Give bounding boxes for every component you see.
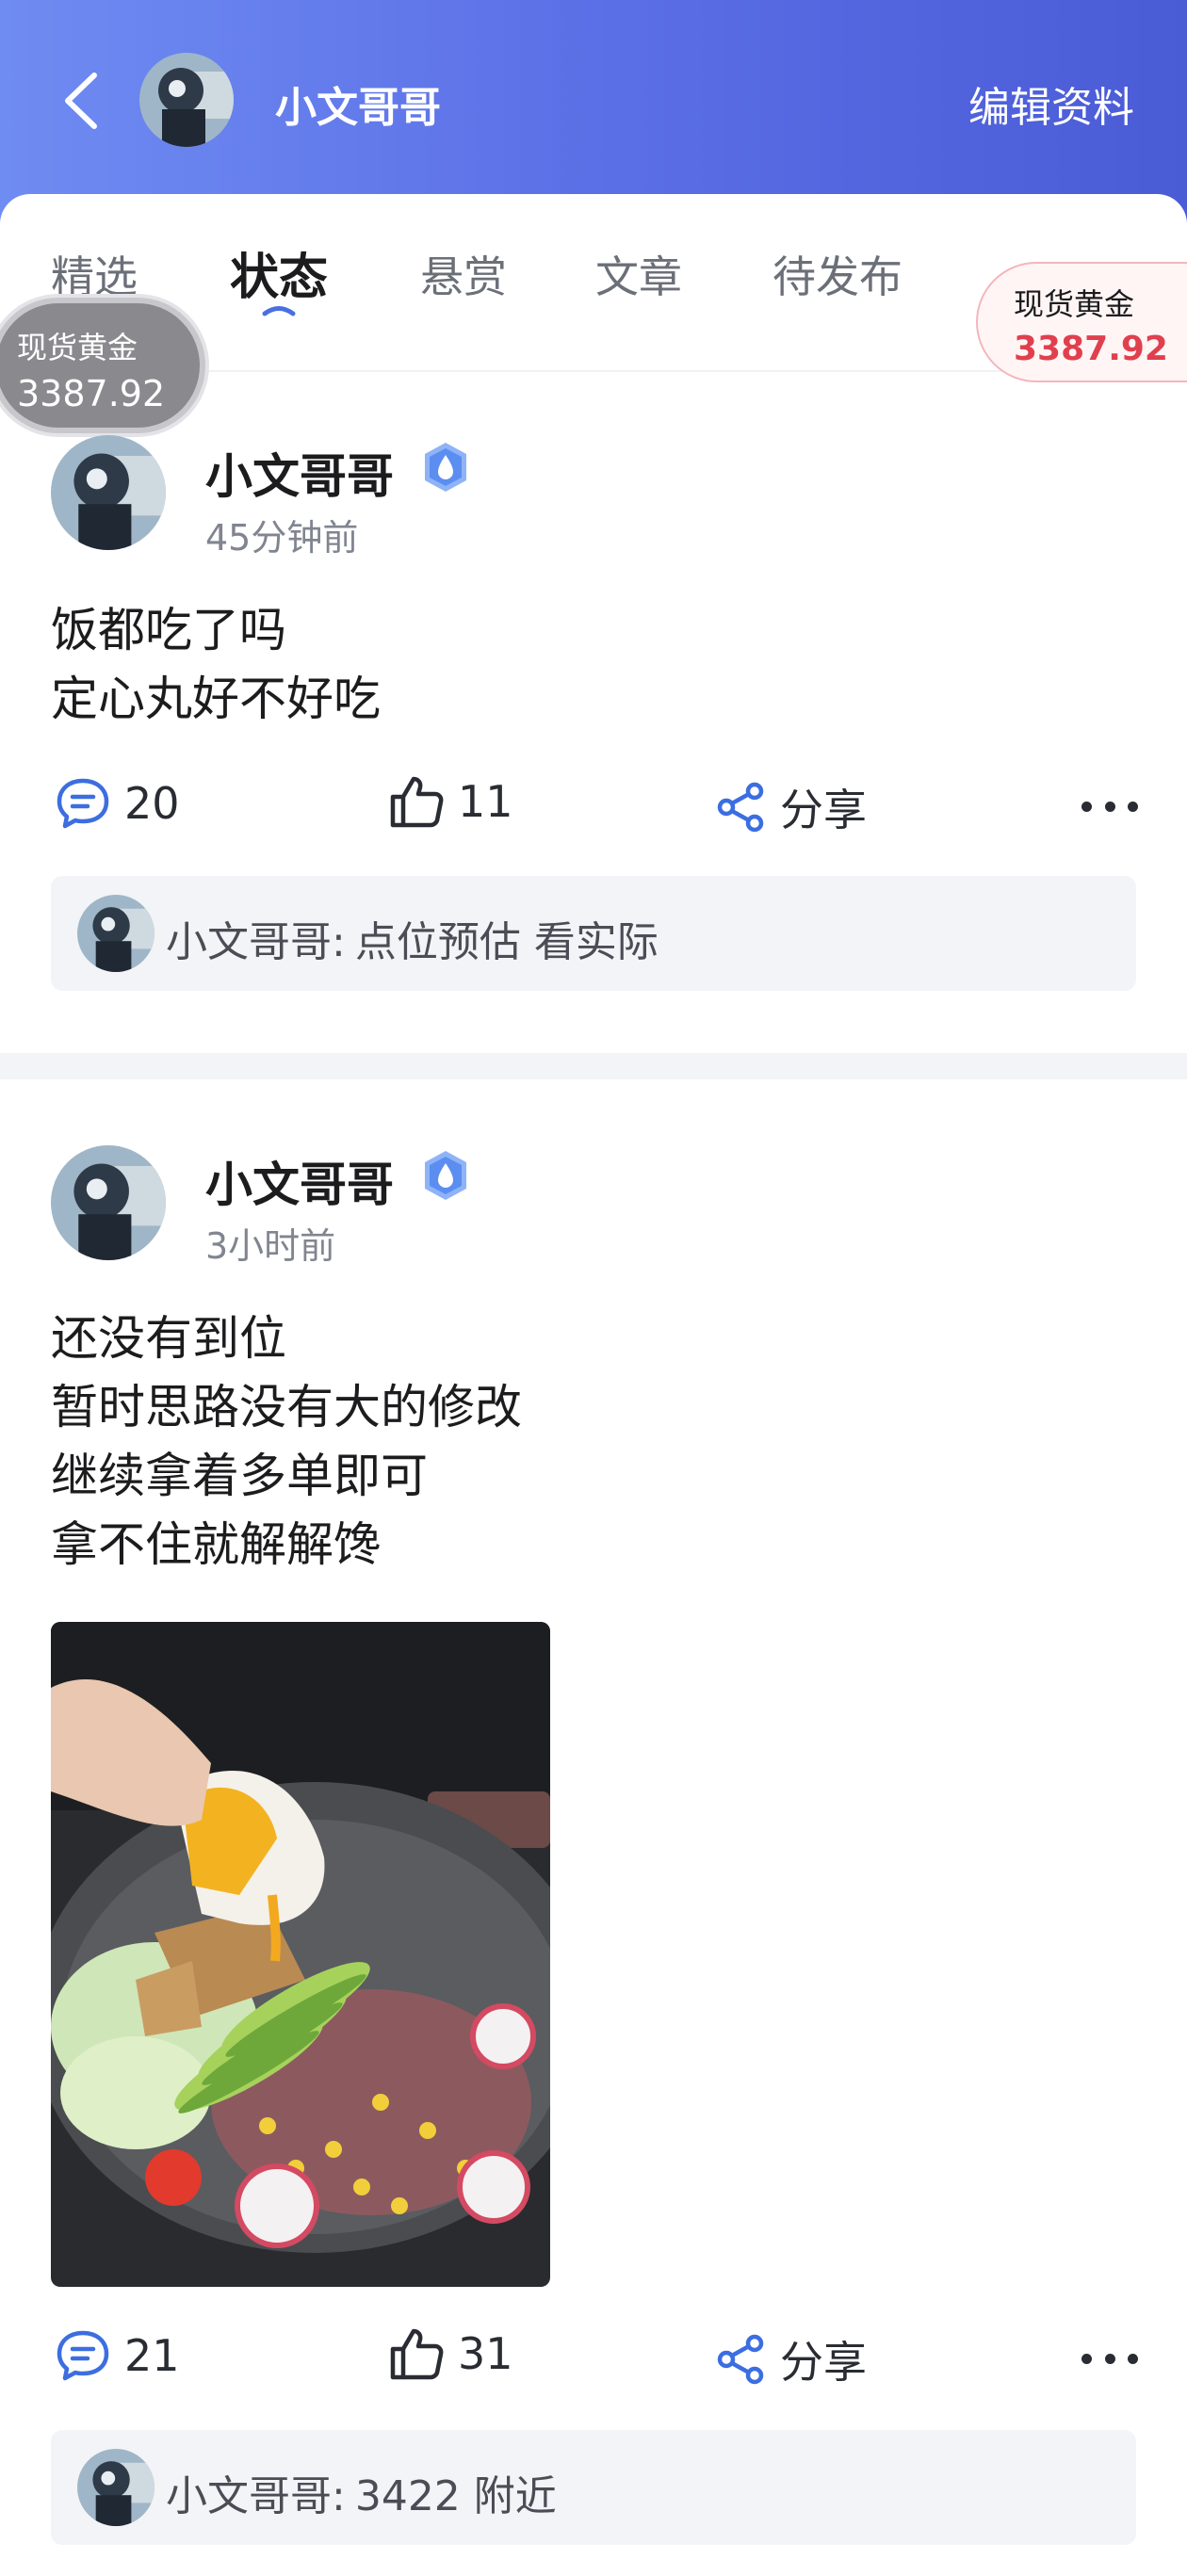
post-line: 饭都吃了吗 (51, 603, 286, 657)
gold-price-label: 现货黄金 (1014, 286, 1135, 322)
post-line: 继续拿着多单即可 (51, 1449, 428, 1503)
like-icon (390, 2328, 444, 2380)
comment-author: 小文哥哥 (166, 918, 332, 966)
comment-count: 21 (124, 2330, 180, 2381)
header-user-name: 小文哥哥 (275, 84, 441, 132)
tab-active-indicator (262, 306, 296, 316)
post-line: 暂时思路没有大的修改 (51, 1380, 522, 1434)
comment-icon (57, 778, 109, 829)
comment-text: 小文哥哥: 点位预估 看实际 (166, 908, 659, 968)
comment-separator: : (332, 918, 346, 966)
post-line: 拿不住就解解馋 (51, 1517, 381, 1572)
tab-bounty[interactable]: 悬赏 (420, 243, 507, 305)
comment-body: 点位预估 看实际 (354, 918, 659, 966)
comment-icon (57, 2330, 109, 2381)
tab-status[interactable]: 状态 (230, 237, 328, 308)
post-timestamp: 45分钟前 (205, 517, 359, 559)
gold-price-widget-left[interactable]: 现货黄金 3387.92 (0, 298, 205, 433)
avatar[interactable] (139, 53, 234, 147)
post-line: 还没有到位 (51, 1311, 286, 1366)
more-icon[interactable] (1081, 797, 1138, 816)
post-image[interactable] (51, 1622, 550, 2287)
post-line: 定心丸好不好吃 (51, 672, 381, 726)
post-content: 还没有到位 暂时思路没有大的修改 继续拿着多单即可 拿不住就解解馋 (51, 1304, 522, 1580)
post-content: 饭都吃了吗 定心丸好不好吃 (51, 596, 381, 734)
edit-profile-button[interactable]: 编辑资料 (968, 73, 1134, 134)
comment-author-avatar (77, 895, 154, 972)
gold-price-value: 3387.92 (1014, 330, 1168, 368)
like-button[interactable]: 11 (388, 774, 513, 829)
share-icon (717, 782, 764, 833)
post-timestamp: 3小时前 (205, 1225, 336, 1267)
comment-separator: : (332, 2472, 346, 2520)
gold-price-label: 现货黄金 (17, 330, 138, 365)
post-divider (0, 1053, 1187, 1079)
share-button[interactable]: 分享 (714, 2328, 867, 2390)
comment-author-avatar (77, 2449, 154, 2526)
share-label: 分享 (780, 785, 867, 835)
comment-body: 3422 附近 (354, 2472, 557, 2520)
post-author-name[interactable]: 小文哥哥 (205, 439, 394, 507)
like-count: 31 (458, 2328, 513, 2379)
verified-badge-icon (425, 443, 466, 492)
more-icon[interactable] (1081, 2349, 1138, 2368)
comment-count: 20 (124, 778, 180, 829)
share-label: 分享 (780, 2337, 867, 2388)
like-button[interactable]: 31 (388, 2326, 513, 2381)
top-comment[interactable]: 小文哥哥: 3422 附近 (51, 2430, 1136, 2545)
tab-articles[interactable]: 文章 (595, 243, 682, 305)
gold-price-value: 3387.92 (17, 373, 166, 414)
share-icon (717, 2334, 764, 2385)
top-comment[interactable]: 小文哥哥: 点位预估 看实际 (51, 876, 1136, 991)
share-button[interactable]: 分享 (714, 776, 867, 838)
verified-badge-icon (425, 1151, 466, 1200)
comment-text: 小文哥哥: 3422 附近 (166, 2462, 557, 2522)
comment-button[interactable]: 20 (55, 776, 180, 831)
post-author-avatar[interactable] (51, 1145, 166, 1260)
comment-button[interactable]: 21 (55, 2328, 180, 2383)
gold-price-widget-right[interactable]: 现货黄金 3387.92 (976, 262, 1187, 382)
post-author-name[interactable]: 小文哥哥 (205, 1147, 394, 1215)
like-count: 11 (458, 776, 513, 827)
back-arrow-icon[interactable] (58, 68, 106, 134)
like-icon (390, 776, 444, 828)
post-author-avatar[interactable] (51, 435, 166, 550)
tab-featured[interactable]: 精选 (51, 243, 138, 305)
tab-drafts[interactable]: 待发布 (772, 243, 902, 305)
comment-author: 小文哥哥 (166, 2472, 332, 2520)
